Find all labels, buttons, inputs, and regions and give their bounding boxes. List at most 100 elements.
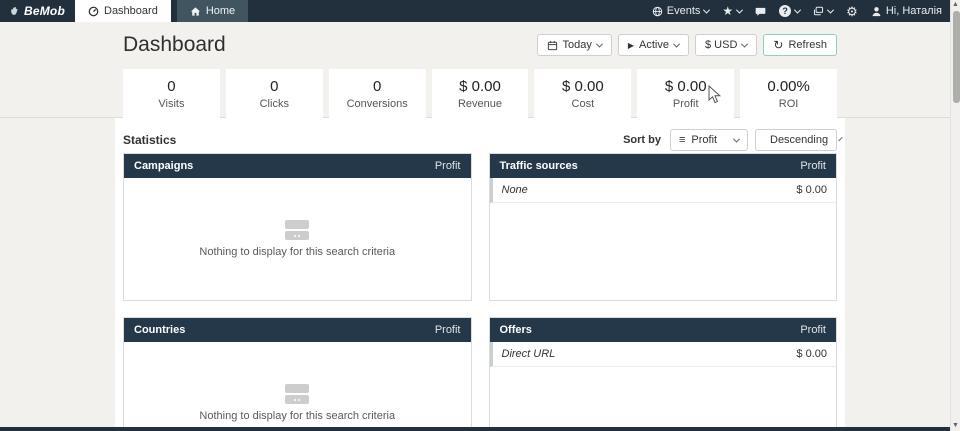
summary-stats-row: 0 Visits 0 Clicks 0 Conversions $ 0.00 R… <box>123 69 837 119</box>
tab-dashboard-label: Dashboard <box>104 5 158 17</box>
panel-title: Traffic sources <box>500 160 578 172</box>
dashboard-header-section: Dashboard Today ▶ Active <box>0 22 960 118</box>
dashboard-gauge-icon <box>88 6 99 17</box>
empty-state: Nothing to display for this search crite… <box>124 342 471 431</box>
refresh-button[interactable]: ↻ Refresh <box>763 34 837 56</box>
stat-value: $ 0.00 <box>459 78 501 95</box>
events-menu[interactable]: Events <box>652 5 710 17</box>
chevron-down-icon <box>827 6 834 13</box>
stat-label: Profit <box>673 98 699 110</box>
empty-inbox-icon <box>285 220 309 240</box>
user-label: Ні, Наталія <box>886 5 942 17</box>
refresh-icon: ↻ <box>773 38 783 52</box>
chevron-down-icon <box>838 136 842 140</box>
sort-controls: Sort by ≡ Profit Descending <box>623 129 837 151</box>
date-range-label: Today <box>563 39 592 51</box>
panel-metric-label: Profit <box>800 160 826 172</box>
statistics-section: Statistics Sort by ≡ Profit <box>115 118 845 431</box>
star-icon: ★ <box>722 5 733 17</box>
panel-title: Offers <box>500 324 532 336</box>
panel-title: Countries <box>134 324 185 336</box>
gear-icon: ⚙ <box>846 5 858 18</box>
vertical-scrollbar[interactable]: ▲ ▼ <box>950 0 960 431</box>
dashboard-filters: Today ▶ Active $ USD ↻ Refresh <box>537 34 837 56</box>
scroll-down-arrow[interactable]: ▼ <box>951 421 960 431</box>
status-filter-label: Active <box>639 39 669 51</box>
date-range-button[interactable]: Today <box>537 34 612 56</box>
panel-metric-label: Profit <box>800 324 826 336</box>
panel-header: Traffic sources Profit <box>490 154 837 178</box>
panel-metric-label: Profit <box>435 160 461 172</box>
user-icon <box>871 6 882 17</box>
row-name: None <box>502 184 528 196</box>
tab-dashboard[interactable]: Dashboard <box>75 0 171 22</box>
help-menu[interactable]: ? <box>779 5 800 17</box>
calendar-icon <box>547 40 558 51</box>
stat-card-roi[interactable]: 0.00% ROI <box>740 69 837 119</box>
panel-header: Offers Profit <box>490 318 837 342</box>
currency-label: $ USD <box>705 39 737 51</box>
stat-card-cost[interactable]: $ 0.00 Cost <box>534 69 631 119</box>
chevron-down-icon <box>673 40 680 47</box>
stat-label: Visits <box>158 98 184 110</box>
stat-card-clicks[interactable]: 0 Clicks <box>226 69 323 119</box>
stat-value: $ 0.00 <box>562 78 604 95</box>
stat-value: $ 0.00 <box>665 78 707 95</box>
status-filter-button[interactable]: ▶ Active <box>618 34 689 56</box>
stat-value: 0 <box>270 78 278 95</box>
favorites-menu[interactable]: ★ <box>722 5 742 17</box>
globe-icon <box>652 6 663 17</box>
feedback-button[interactable] <box>755 6 766 17</box>
panel-traffic-sources: Traffic sources Profit None $ 0.00 <box>489 153 838 301</box>
chevron-down-icon <box>736 6 743 13</box>
row-value: $ 0.00 <box>796 184 827 196</box>
scroll-up-arrow[interactable]: ▲ <box>951 0 960 10</box>
stat-card-conversions[interactable]: 0 Conversions <box>329 69 426 119</box>
empty-inbox-icon <box>285 384 309 404</box>
page-title: Dashboard <box>123 33 226 57</box>
stat-card-visits[interactable]: 0 Visits <box>123 69 220 119</box>
panel-metric-label: Profit <box>435 324 461 336</box>
sort-field-value: Profit <box>691 134 717 146</box>
chevron-down-icon <box>703 6 710 13</box>
stat-card-revenue[interactable]: $ 0.00 Revenue <box>432 69 529 119</box>
table-row[interactable]: Direct URL $ 0.00 <box>490 342 837 367</box>
stat-label: Clicks <box>260 98 289 110</box>
panel-title: Campaigns <box>134 160 193 172</box>
panel-body: Nothing to display for this search crite… <box>124 178 471 300</box>
play-icon: ▶ <box>628 41 634 50</box>
currency-button[interactable]: $ USD <box>695 34 757 56</box>
bemob-logo[interactable]: BeMob <box>0 0 75 22</box>
panels-grid: Campaigns Profit Nothing to display for … <box>123 153 837 431</box>
stat-value: 0 <box>167 78 175 95</box>
stat-label: Conversions <box>347 98 408 110</box>
empty-state-text: Nothing to display for this search crite… <box>199 246 395 258</box>
sort-direction-value: Descending <box>770 134 828 146</box>
sort-direction-select[interactable]: Descending <box>755 129 837 151</box>
tab-home-label: Home <box>206 5 235 17</box>
help-icon: ? <box>779 5 791 17</box>
table-row[interactable]: None $ 0.00 <box>490 178 837 203</box>
tab-home[interactable]: Home <box>177 0 248 22</box>
chat-icon <box>755 6 766 17</box>
bemob-hand-icon <box>9 6 20 17</box>
topbar-actions: Events ★ ? ⚙ <box>652 0 960 22</box>
sort-field-select[interactable]: ≡ Profit <box>670 129 748 151</box>
chevron-down-icon <box>596 40 603 47</box>
stat-value: 0 <box>373 78 381 95</box>
brand-name: BeMob <box>24 4 65 18</box>
hamburger-icon: ≡ <box>679 134 685 146</box>
user-menu[interactable]: Ні, Наталія <box>871 5 942 17</box>
workspace-menu[interactable] <box>813 6 833 17</box>
row-name: Direct URL <box>502 348 556 360</box>
panel-header: Countries Profit <box>124 318 471 342</box>
mouse-cursor <box>708 85 722 105</box>
panel-header: Campaigns Profit <box>124 154 471 178</box>
panel-body: None $ 0.00 <box>490 178 837 300</box>
home-icon <box>190 6 201 17</box>
panel-offers: Offers Profit Direct URL $ 0.00 <box>489 317 838 431</box>
scrollbar-thumb[interactable] <box>953 11 960 103</box>
settings-button[interactable]: ⚙ <box>846 5 858 18</box>
windows-icon <box>813 6 824 17</box>
empty-state: Nothing to display for this search crite… <box>124 178 471 300</box>
